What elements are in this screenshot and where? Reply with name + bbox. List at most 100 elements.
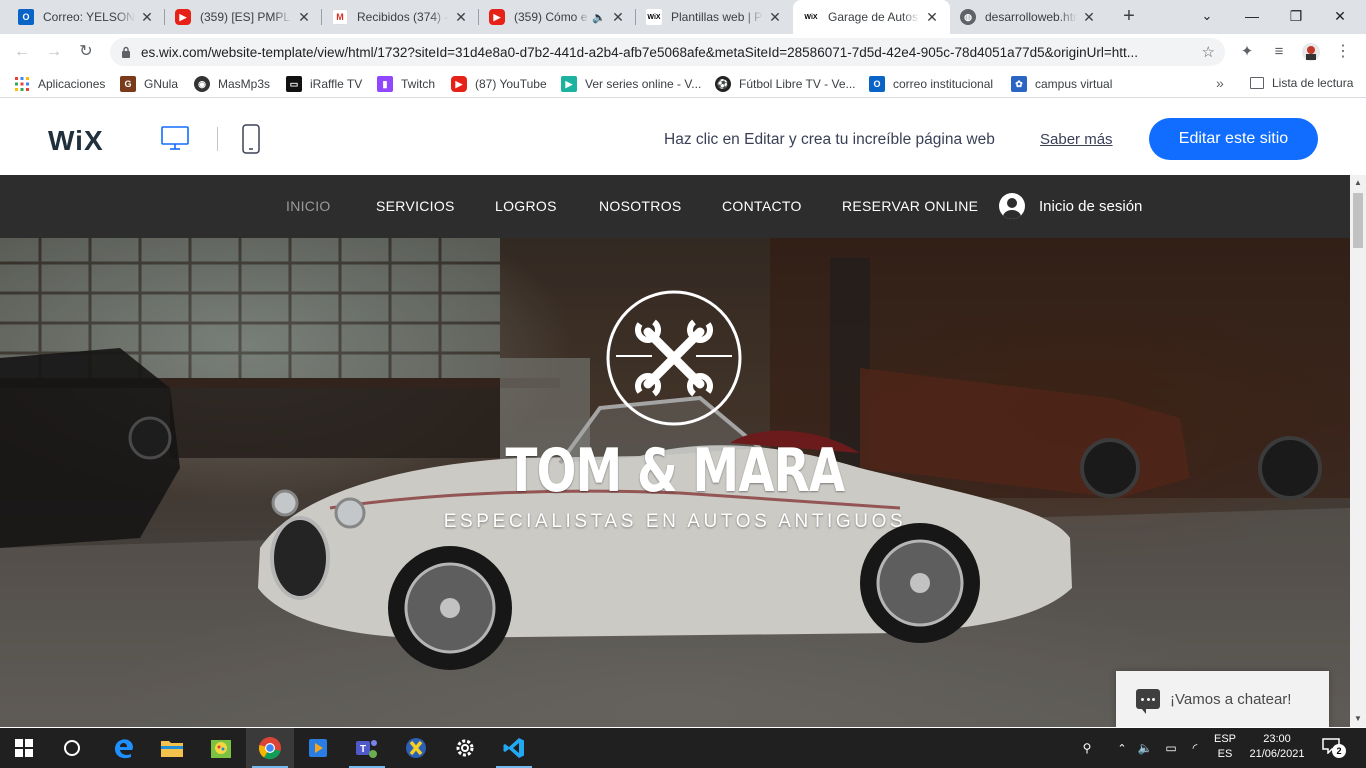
speaker-icon[interactable]: 🔈 xyxy=(592,11,606,24)
close-icon[interactable]: ✕ xyxy=(296,9,312,26)
restore-button[interactable]: ❐ xyxy=(1274,0,1318,32)
bookmark-twitch[interactable]: ▮ Twitch xyxy=(377,76,435,92)
scroll-down-arrow-icon[interactable]: ▼ xyxy=(1350,711,1366,727)
bookmark-correo[interactable]: O correo institucional xyxy=(869,76,993,92)
close-icon[interactable]: ✕ xyxy=(1081,9,1097,26)
search-button[interactable] xyxy=(48,728,96,768)
lock-icon[interactable] xyxy=(120,46,132,58)
masmp3s-icon: ◉ xyxy=(194,76,210,92)
close-icon[interactable]: ✕ xyxy=(139,9,155,26)
taskbar-video-player[interactable] xyxy=(294,728,342,768)
chat-button[interactable]: ¡Vamos a chatear! xyxy=(1116,671,1329,727)
profile-avatar[interactable] xyxy=(1301,42,1321,62)
close-icon[interactable]: ✕ xyxy=(924,9,940,26)
reading-list-icon xyxy=(1250,77,1264,89)
scroll-up-arrow-icon[interactable]: ▲ xyxy=(1350,175,1366,191)
reading-list-label: Lista de lectura xyxy=(1272,76,1354,90)
taskbar-settings[interactable] xyxy=(441,728,489,768)
wix-promo-text: Haz clic en Editar y crea tu increíble p… xyxy=(664,131,995,148)
globe-icon: ◍ xyxy=(960,9,976,25)
bookmark-futbol[interactable]: ⚽ Fútbol Libre TV - Ve... xyxy=(715,76,856,92)
tab-title: desarrolloweb.htr xyxy=(985,10,1077,24)
youtube-icon: ▶ xyxy=(489,9,505,25)
wix-logo[interactable]: WiX xyxy=(48,125,104,157)
nav-inicio[interactable]: INICIO xyxy=(286,198,331,214)
bookmark-masmp3s[interactable]: ◉ MasMp3s xyxy=(194,76,270,92)
svg-text:T: T xyxy=(360,744,366,755)
bookmark-youtube[interactable]: ▶ (87) YouTube xyxy=(451,76,547,92)
taskbar-app-x[interactable] xyxy=(392,728,440,768)
reload-button[interactable]: ↻ xyxy=(74,40,98,64)
wifi-icon[interactable]: ◜ xyxy=(1184,728,1206,768)
tab-wix-garage[interactable]: WiX Garage de Autos ✕ xyxy=(793,0,950,34)
avatar xyxy=(1302,43,1320,61)
tab-search-icon[interactable]: ⌄ xyxy=(1185,0,1229,32)
tab-youtube-pmpl[interactable]: ▶ (359) [ES] PMPL A ✕ xyxy=(165,0,322,34)
bookmark-series[interactable]: ▶ Ver series online - V... xyxy=(561,76,701,92)
gear-icon xyxy=(456,739,474,757)
nav-servicios[interactable]: SERVICIOS xyxy=(376,198,455,214)
login-button[interactable]: Inicio de sesión xyxy=(999,193,1142,219)
nav-logros[interactable]: LOGROS xyxy=(495,198,557,214)
menu-dots-icon[interactable]: ⋮ xyxy=(1333,42,1353,62)
nav-reservar-online[interactable]: RESERVAR ONLINE xyxy=(842,198,978,214)
scrollbar-thumb[interactable] xyxy=(1353,193,1363,248)
minimize-button[interactable]: — xyxy=(1230,0,1274,32)
url-text[interactable]: es.wix.com/website-template/view/html/17… xyxy=(141,45,1191,60)
taskbar-vscode[interactable] xyxy=(490,728,538,768)
forward-button[interactable]: → xyxy=(42,40,66,64)
tab-gmail[interactable]: M Recibidos (374) - ✕ xyxy=(322,0,479,34)
taskbar-chrome[interactable] xyxy=(246,728,294,768)
bookmark-star-icon[interactable]: ☆ xyxy=(1202,43,1215,61)
bookmark-label: Aplicaciones xyxy=(38,77,106,91)
battery-icon[interactable]: ▭ xyxy=(1160,728,1182,768)
media-control-icon[interactable]: ≡ xyxy=(1269,42,1289,62)
bookmark-label: Ver series online - V... xyxy=(585,77,702,91)
tab-desarrolloweb[interactable]: ◍ desarrolloweb.htr ✕ xyxy=(950,0,1107,34)
bookmark-iraffle[interactable]: ▭ iRaffle TV xyxy=(286,76,362,92)
close-icon[interactable]: ✕ xyxy=(453,9,469,26)
tab-outlook[interactable]: O Correo: YELSON S ✕ xyxy=(8,0,165,34)
address-bar[interactable]: es.wix.com/website-template/view/html/17… xyxy=(110,38,1225,66)
desktop-view-icon[interactable] xyxy=(161,126,189,152)
taskbar-teams[interactable]: T xyxy=(343,728,391,768)
nav-nosotros[interactable]: NOSOTROS xyxy=(599,198,682,214)
bookmark-label: Fútbol Libre TV - Ve... xyxy=(739,77,856,91)
taskbar-paint[interactable] xyxy=(197,728,245,768)
bookmarks-overflow-button[interactable]: » xyxy=(1216,75,1224,91)
language-indicator[interactable]: ESP ES xyxy=(1208,732,1242,762)
page-scrollbar[interactable]: ▲ ▼ xyxy=(1350,175,1366,727)
clock-date: 21/06/2021 xyxy=(1249,748,1305,760)
tab-wix-plantillas[interactable]: WiX Plantillas web | Pl ✕ xyxy=(636,0,793,34)
bookmark-gnula[interactable]: G GNula xyxy=(120,76,178,92)
learn-more-link[interactable]: Saber más xyxy=(1040,131,1113,148)
close-icon[interactable]: ✕ xyxy=(767,9,783,26)
chat-bubble-icon xyxy=(1136,689,1160,714)
taskbar-file-explorer[interactable] xyxy=(148,728,196,768)
edit-site-button[interactable]: Editar este sitio xyxy=(1149,118,1318,160)
close-window-button[interactable]: ✕ xyxy=(1318,0,1362,32)
apps-grid-icon xyxy=(15,77,29,91)
wix-icon: WiX xyxy=(803,9,819,25)
nav-contacto[interactable]: CONTACTO xyxy=(722,198,802,214)
tab-title: Recibidos (374) - xyxy=(357,10,449,24)
clock[interactable]: 23:00 21/06/2021 xyxy=(1242,732,1312,762)
reading-list-button[interactable]: Lista de lectura xyxy=(1250,76,1353,90)
extensions-icon[interactable]: ✦ xyxy=(1237,42,1257,62)
back-button[interactable]: ← xyxy=(10,40,34,64)
paint-icon xyxy=(211,740,231,758)
mobile-view-icon[interactable] xyxy=(242,124,260,154)
tray-overflow-chevron-icon[interactable]: ⌃ xyxy=(1112,728,1132,768)
people-icon[interactable]: ⚲ xyxy=(1076,728,1098,768)
new-tab-button[interactable]: + xyxy=(1117,5,1141,29)
tab-title: (359) Cómo e xyxy=(514,10,588,24)
taskbar-edge[interactable] xyxy=(100,728,148,768)
start-button[interactable] xyxy=(0,728,48,768)
bookmark-campus[interactable]: ✿ campus virtual xyxy=(1011,76,1112,92)
volume-icon[interactable]: 🔈 xyxy=(1134,728,1156,768)
bookmark-apps[interactable]: Aplicaciones xyxy=(14,76,105,92)
close-icon[interactable]: ✕ xyxy=(610,9,626,26)
tab-youtube-como[interactable]: ▶ (359) Cómo e 🔈 ✕ xyxy=(479,0,636,34)
action-center-button[interactable]: 2 xyxy=(1322,738,1346,758)
login-label: Inicio de sesión xyxy=(1039,197,1143,215)
